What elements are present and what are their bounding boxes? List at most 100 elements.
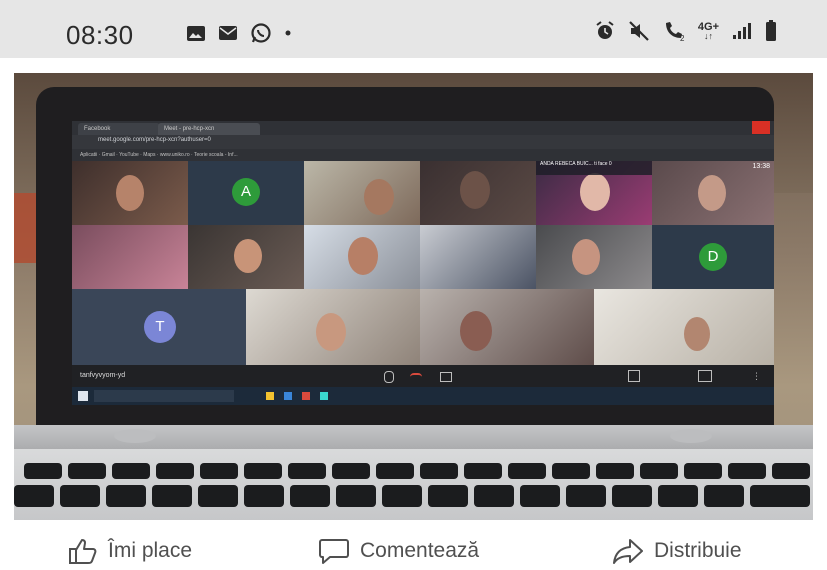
keyboard-key <box>658 485 698 507</box>
address-text: meet.google.com/pre-hcp-xcn?authuser=0 <box>98 137 211 143</box>
store-icon[interactable] <box>320 392 328 400</box>
like-button[interactable]: Îmi place <box>68 537 192 565</box>
bookmarks-bar: Aplicatii · Gmail · YouTube · Maps · www… <box>72 149 774 161</box>
keyboard-key <box>508 463 546 479</box>
avatar: A <box>232 178 260 206</box>
alarm-icon <box>596 21 614 39</box>
comment-button[interactable]: Comentează <box>318 537 479 565</box>
bookmark-5[interactable]: www.uniko.ro <box>160 152 190 158</box>
keyboard-key <box>704 485 744 507</box>
keyboard-key <box>520 485 560 507</box>
keyboard-key <box>68 463 106 479</box>
share-icon <box>613 539 643 564</box>
keyboard-key <box>420 463 458 479</box>
bookmark-4[interactable]: Maps <box>143 152 155 158</box>
keyboard-key <box>464 463 502 479</box>
bookmark-3[interactable]: YouTube <box>119 152 139 158</box>
keyboard-key <box>596 463 634 479</box>
call-time: 13:38 <box>752 163 770 170</box>
captions-icon[interactable] <box>628 370 640 382</box>
bookmark-1[interactable]: Aplicatii <box>80 152 97 158</box>
mic-icon[interactable] <box>384 371 394 383</box>
mute-icon <box>629 21 649 41</box>
video-tile[interactable] <box>72 225 188 289</box>
post-photo[interactable]: Facebook Meet - pre-hcp-xcn meet.google.… <box>14 73 813 520</box>
keyboard-key <box>14 485 54 507</box>
meet-code[interactable]: tanfvyvyom-yd <box>80 372 125 379</box>
keyboard-key <box>332 463 370 479</box>
present-icon[interactable] <box>698 370 712 382</box>
windows-taskbar <box>72 387 774 405</box>
taskbar-search[interactable] <box>94 390 234 402</box>
video-tile[interactable]: ANDA REBECA BUIC... ti face 0 <box>536 161 652 225</box>
share-label: Distribuie <box>654 539 742 562</box>
video-tile[interactable] <box>594 289 774 365</box>
camera-icon[interactable] <box>440 372 452 382</box>
speaker-grille <box>114 429 156 443</box>
video-tile[interactable] <box>420 161 536 225</box>
speaker-grille <box>670 429 712 443</box>
meet-video-grid: A ANDA REBECA BUIC... ti face 0 13:38 D … <box>72 161 774 365</box>
keyboard-key <box>612 485 652 507</box>
avatar: D <box>699 243 727 271</box>
comment-icon <box>319 539 349 564</box>
keyboard-key <box>684 463 722 479</box>
video-tile[interactable] <box>420 225 536 289</box>
keyboard-key <box>60 485 100 507</box>
tab-meet[interactable]: Meet - pre-hcp-xcn <box>158 123 260 135</box>
keyboard-key <box>772 463 810 479</box>
address-bar[interactable]: meet.google.com/pre-hcp-xcn?authuser=0 <box>72 135 774 149</box>
presenter-name: ANDA REBECA BUIC... ti face 0 <box>536 161 652 175</box>
keyboard-key <box>552 463 590 479</box>
video-tile[interactable]: 13:38 <box>652 161 774 225</box>
laptop-screen: Facebook Meet - pre-hcp-xcn meet.google.… <box>72 121 774 405</box>
more-options-icon[interactable]: ⋮ <box>752 371 761 382</box>
bookmark-6[interactable]: Teorie scoala - Inf... <box>194 152 238 158</box>
video-tile-t[interactable]: T <box>72 289 246 365</box>
network-4g-icon: 4G+ ↓↑ <box>697 20 719 41</box>
dot-icon <box>285 30 291 36</box>
keyboard-key <box>244 463 282 479</box>
video-tile-a[interactable]: A <box>188 161 304 225</box>
like-label: Îmi place <box>108 539 193 562</box>
keyboard-key <box>244 485 284 507</box>
video-tile[interactable] <box>420 289 594 365</box>
comment-label: Comentează <box>360 539 480 562</box>
keyboard-key <box>152 485 192 507</box>
keyboard-key <box>24 463 62 479</box>
video-tile[interactable] <box>536 225 652 289</box>
keyboard-key <box>750 485 810 507</box>
file-explorer-icon[interactable] <box>266 392 274 400</box>
video-tile[interactable] <box>304 161 420 225</box>
keyboard-key <box>382 485 422 507</box>
bookmark-2[interactable]: Gmail <box>102 152 115 158</box>
image-icon <box>187 25 205 41</box>
edge-icon[interactable] <box>284 392 292 400</box>
video-tile[interactable] <box>72 161 188 225</box>
tab-facebook[interactable]: Facebook <box>78 123 160 135</box>
keyboard-key <box>376 463 414 479</box>
windows-start-icon[interactable] <box>78 391 88 401</box>
avatar: T <box>144 311 176 343</box>
keyboard-key <box>106 485 146 507</box>
battery-icon <box>766 20 776 41</box>
signal-icon <box>733 23 751 39</box>
hang-up-icon[interactable] <box>410 373 422 381</box>
svg-text:2: 2 <box>680 34 685 42</box>
close-window-icon[interactable] <box>752 121 770 134</box>
system-icons: 2 4G+ ↓↑ <box>594 20 777 42</box>
network-label: 4G+ <box>697 20 719 33</box>
whatsapp-icon <box>251 23 271 43</box>
keyboard-key <box>474 485 514 507</box>
volte-call-icon: 2 <box>665 22 685 42</box>
meet-controls-bar: tanfvyvyom-yd ⋮ <box>72 365 774 387</box>
video-tile-d[interactable]: D <box>652 225 774 289</box>
status-time: 08:30 <box>66 20 134 50</box>
video-tile[interactable] <box>246 289 420 365</box>
keyboard-key <box>112 463 150 479</box>
video-tile[interactable] <box>304 225 420 289</box>
status-bar: 08:30 2 4G+ ↓↑ <box>0 0 827 58</box>
share-button[interactable]: Distribuie <box>612 537 742 565</box>
video-tile[interactable] <box>188 225 304 289</box>
chrome-icon[interactable] <box>302 392 310 400</box>
